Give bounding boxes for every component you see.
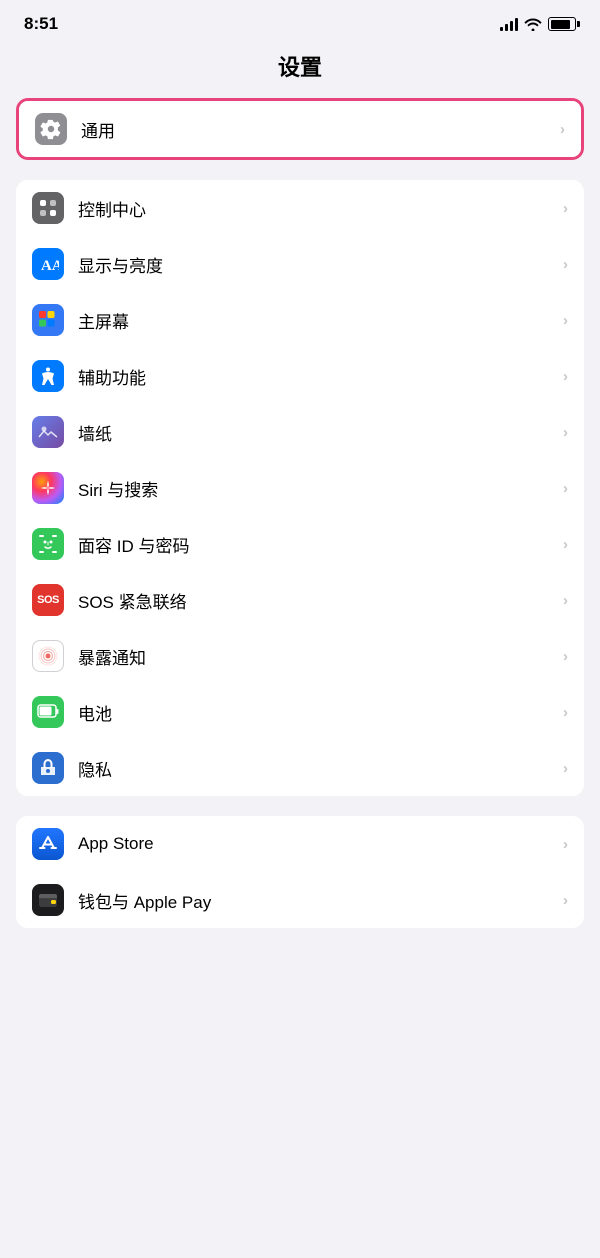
privacy-item[interactable]: 隐私 › <box>16 740 584 796</box>
homescreen-item[interactable]: 主屏幕 › <box>16 292 584 348</box>
homescreen-icon <box>32 304 64 336</box>
siri-label: Siri 与搜索 <box>78 476 555 501</box>
wallet-label: 钱包与 Apple Pay <box>78 888 555 913</box>
faceid-chevron: › <box>563 536 568 553</box>
control-center-icon <box>32 192 64 224</box>
svg-text:AA: AA <box>41 258 59 274</box>
control-center-item[interactable]: 控制中心 › <box>16 180 584 236</box>
wallpaper-item[interactable]: 墙纸 › <box>16 404 584 460</box>
wallpaper-icon <box>32 416 64 448</box>
accessibility-chevron: › <box>563 368 568 385</box>
wallet-item[interactable]: 钱包与 Apple Pay › <box>16 872 584 928</box>
faceid-item[interactable]: 面容 ID 与密码 › <box>16 516 584 572</box>
control-center-chevron: › <box>563 200 568 217</box>
main-section: 控制中心 › AA 显示与亮度 › 主屏幕 › <box>16 180 584 796</box>
exposure-item[interactable]: 暴露通知 › <box>16 628 584 684</box>
faceid-icon <box>32 528 64 560</box>
display-item[interactable]: AA 显示与亮度 › <box>16 236 584 292</box>
appstore-label: App Store <box>78 834 555 854</box>
homescreen-chevron: › <box>563 312 568 329</box>
general-item[interactable]: 通用 › <box>19 101 581 157</box>
faceid-label: 面容 ID 与密码 <box>78 532 555 557</box>
signal-icon <box>500 17 518 31</box>
exposure-icon <box>32 640 64 672</box>
gear-icon <box>35 113 67 145</box>
siri-item[interactable]: Siri 与搜索 › <box>16 460 584 516</box>
display-label: 显示与亮度 <box>78 252 555 277</box>
general-label: 通用 <box>81 117 552 142</box>
privacy-chevron: › <box>563 760 568 777</box>
control-center-label: 控制中心 <box>78 196 555 221</box>
homescreen-label: 主屏幕 <box>78 308 555 333</box>
siri-chevron: › <box>563 480 568 497</box>
status-bar: 8:51 <box>0 0 600 42</box>
status-time: 8:51 <box>24 14 58 34</box>
battery-status-icon <box>548 17 576 31</box>
general-chevron: › <box>560 121 565 138</box>
wallpaper-chevron: › <box>563 424 568 441</box>
general-section: 通用 › <box>16 98 584 160</box>
sos-label: SOS 紧急联络 <box>78 588 555 613</box>
battery-chevron: › <box>563 704 568 721</box>
wallet-icon <box>32 884 64 916</box>
wallet-chevron: › <box>563 892 568 909</box>
appstore-item[interactable]: App Store › <box>16 816 584 872</box>
appstore-chevron: › <box>563 836 568 853</box>
sos-item[interactable]: SOS SOS 紧急联络 › <box>16 572 584 628</box>
exposure-chevron: › <box>563 648 568 665</box>
accessibility-icon <box>32 360 64 392</box>
appstore-icon <box>32 828 64 860</box>
battery-label: 电池 <box>78 700 555 725</box>
wifi-icon <box>524 17 542 31</box>
siri-icon <box>32 472 64 504</box>
sos-icon: SOS <box>32 584 64 616</box>
display-chevron: › <box>563 256 568 273</box>
accessibility-label: 辅助功能 <box>78 364 555 389</box>
apps-section: App Store › 钱包与 Apple Pay › <box>16 816 584 928</box>
status-icons <box>500 17 576 31</box>
display-icon: AA <box>32 248 64 280</box>
battery-item[interactable]: 电池 › <box>16 684 584 740</box>
privacy-icon <box>32 752 64 784</box>
exposure-label: 暴露通知 <box>78 644 555 669</box>
accessibility-item[interactable]: 辅助功能 › <box>16 348 584 404</box>
wallpaper-label: 墙纸 <box>78 420 555 445</box>
page-title: 设置 <box>0 42 600 98</box>
sos-chevron: › <box>563 592 568 609</box>
privacy-label: 隐私 <box>78 756 555 781</box>
battery-icon <box>32 696 64 728</box>
